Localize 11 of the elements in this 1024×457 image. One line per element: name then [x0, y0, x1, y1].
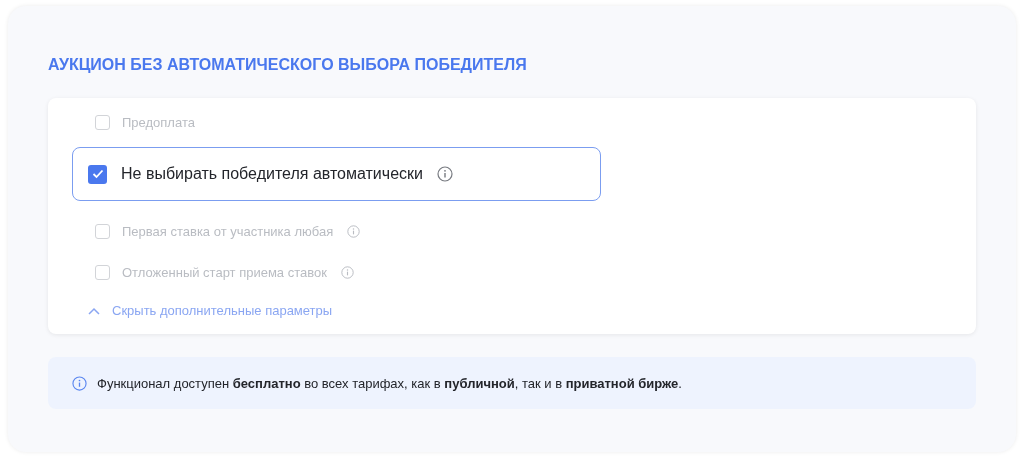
info-icon — [72, 375, 87, 391]
chevron-icon — [88, 306, 100, 315]
option-label: Первая ставка от участника любая — [122, 223, 334, 239]
check-icon — [91, 169, 104, 179]
option-label: Предоплата — [122, 114, 195, 130]
checkbox[interactable] — [88, 164, 107, 184]
notice-text: Функционал доступен бесплатно во всех тарифах, как в публичной, так и в приватной бирже. — [97, 375, 682, 391]
option-label: Не выбирать победителя автоматически — [121, 165, 423, 183]
option-row[interactable]: Не выбирать победителя автоматически — [72, 147, 601, 201]
option-label: Отложенный старт приема ставок — [122, 264, 327, 280]
section-title: АУКЦИОН БЕЗ АВТОМАТИЧЕСКОГО ВЫБОРА ПОБЕДИТЕЛЯ — [48, 56, 528, 74]
